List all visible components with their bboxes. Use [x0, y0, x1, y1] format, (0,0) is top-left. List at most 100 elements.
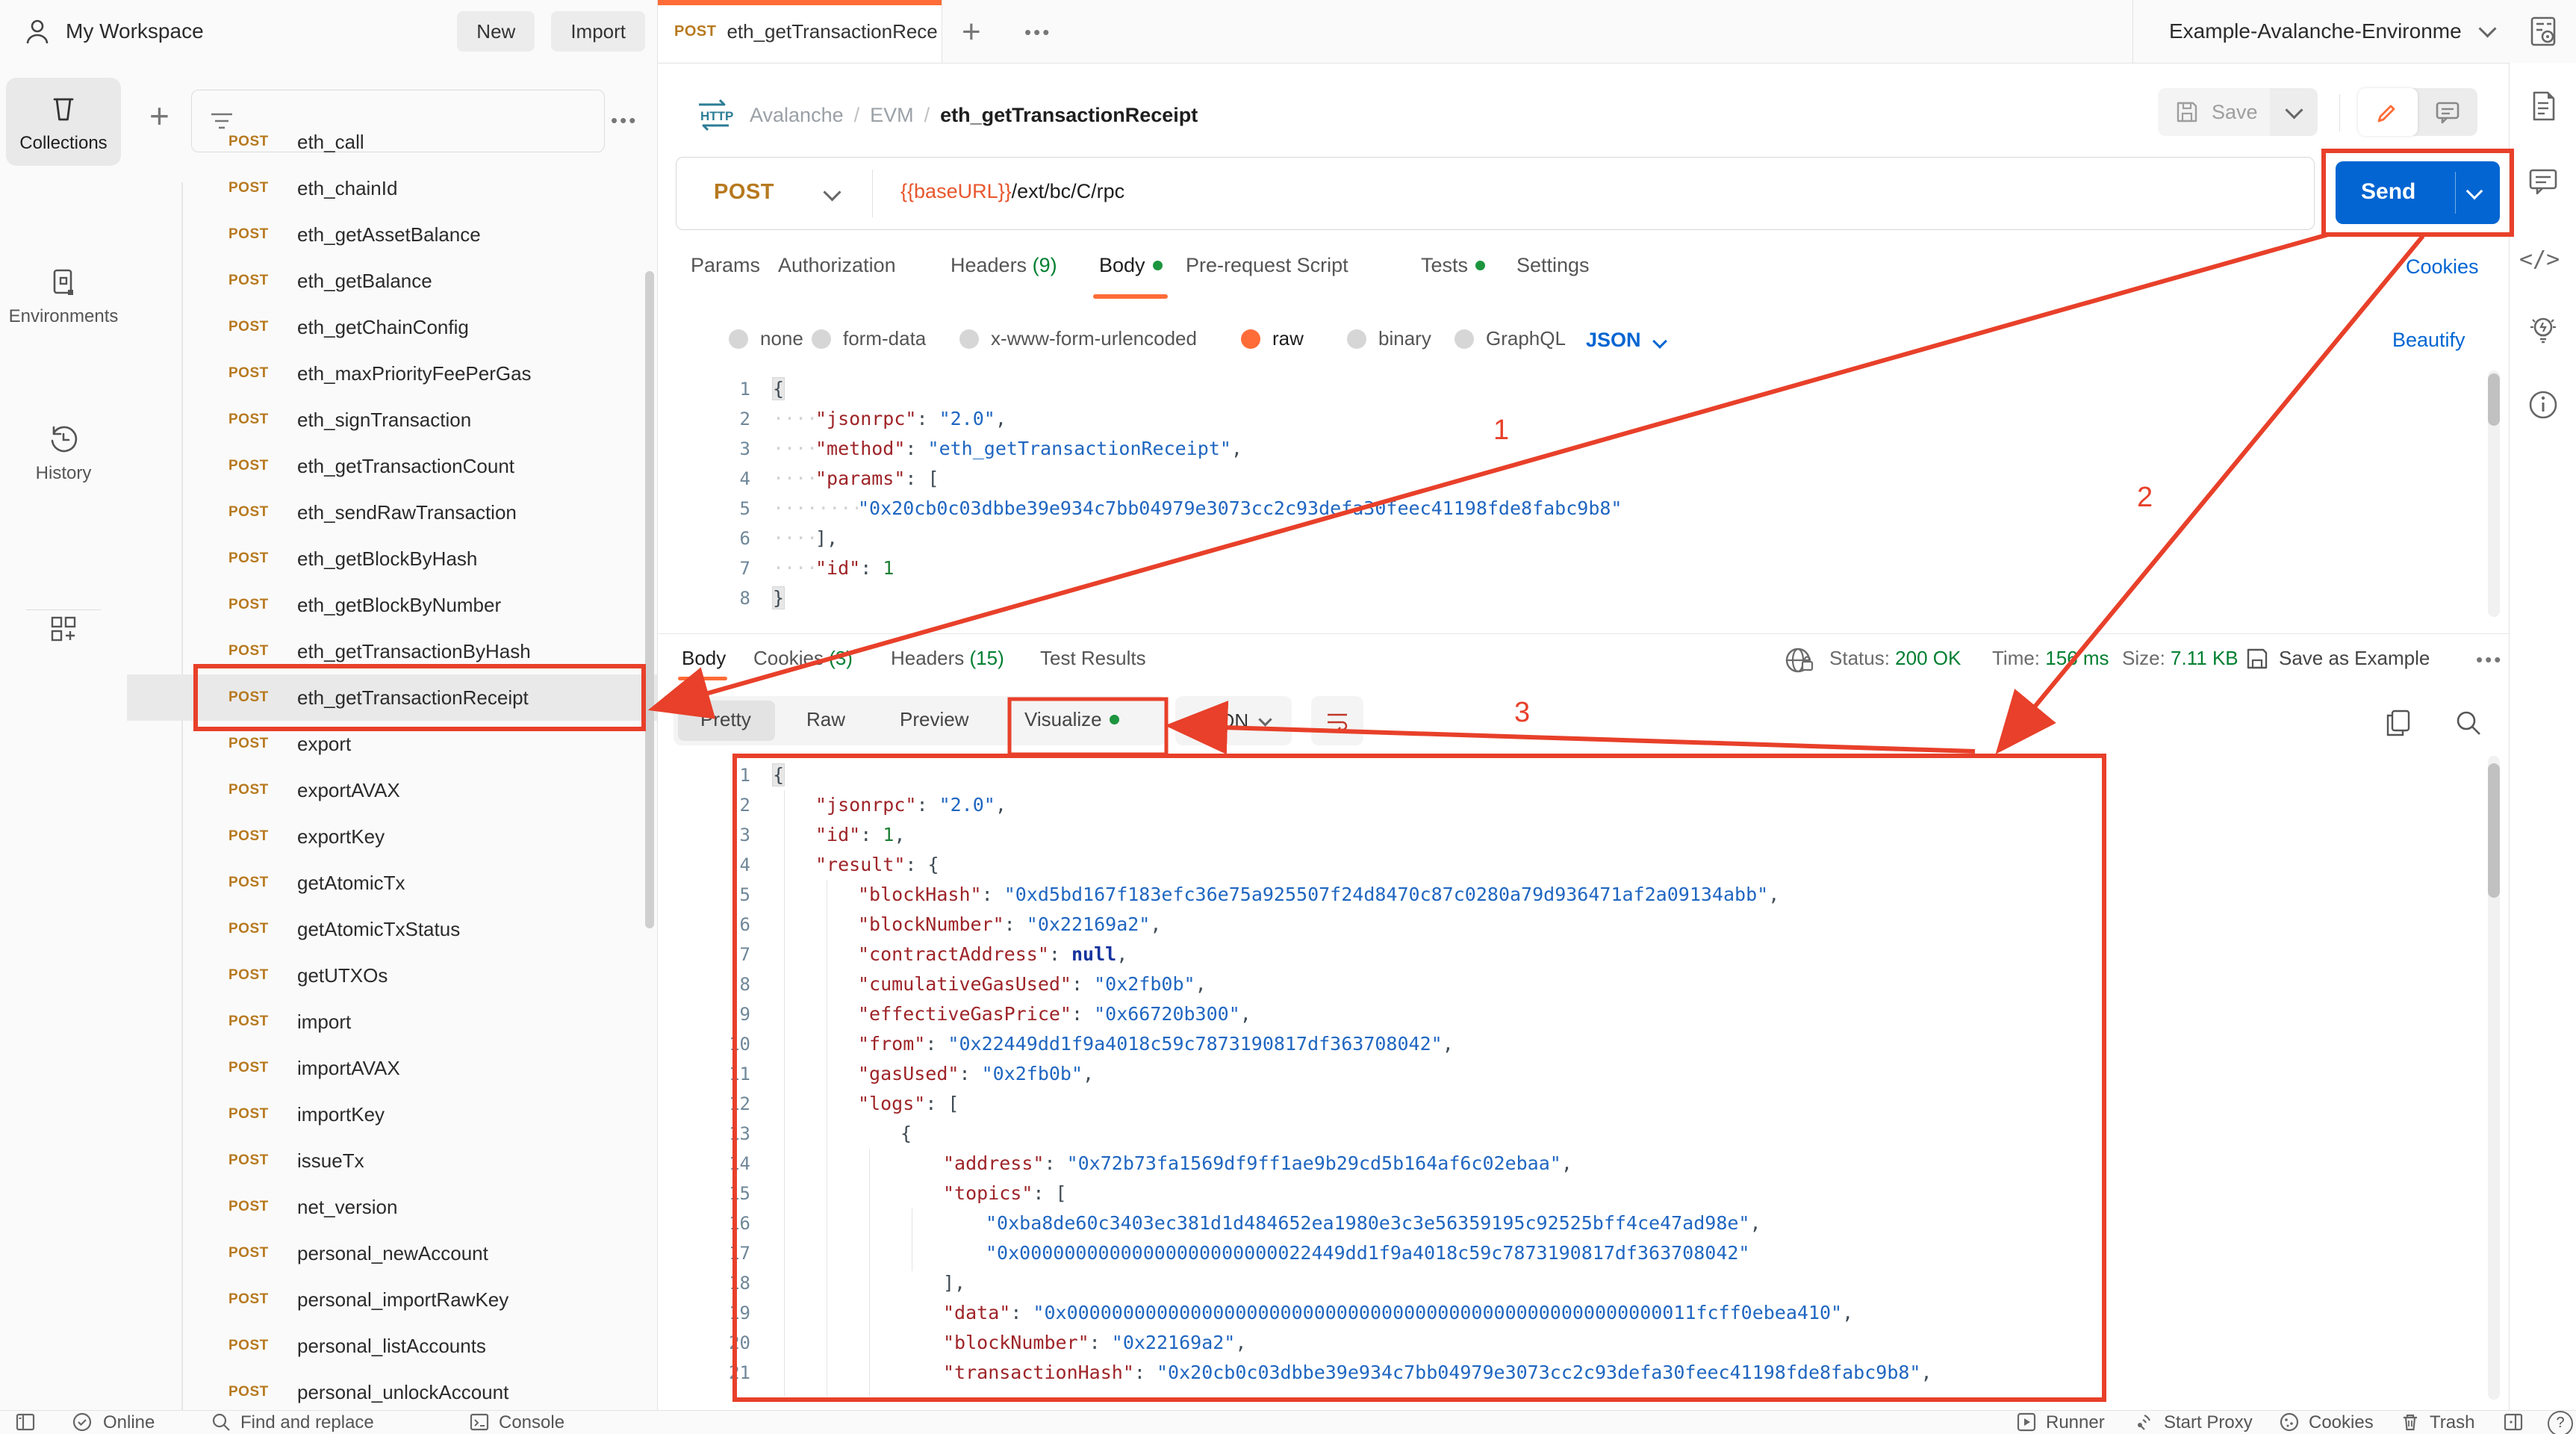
- copy-icon[interactable]: [2383, 708, 2413, 738]
- sidebar-item[interactable]: POST eth_sendRawTransaction: [127, 489, 657, 536]
- edit-mode-button[interactable]: [2358, 88, 2418, 136]
- sidebar-item[interactable]: POST personal_listAccounts: [127, 1323, 657, 1369]
- view-tab-preview[interactable]: Preview: [900, 708, 968, 731]
- sidebar-item[interactable]: POST personal_importRawKey: [127, 1276, 657, 1323]
- method-selector[interactable]: POST: [714, 180, 774, 205]
- online-status[interactable]: Online: [103, 1412, 155, 1433]
- context-rail: </>: [2509, 63, 2576, 1410]
- environment-selector[interactable]: Example-Avalanche-Environme: [2132, 0, 2576, 63]
- sidebar-scrollbar[interactable]: [645, 271, 654, 928]
- find-replace-button[interactable]: Find and replace: [240, 1412, 374, 1433]
- sidebar-item-environments[interactable]: Environments: [6, 251, 121, 339]
- sidebar-item-more-tools[interactable]: [6, 598, 121, 657]
- sidebar-item[interactable]: POST eth_getBlockByHash: [127, 536, 657, 582]
- new-button[interactable]: New: [457, 11, 535, 52]
- sidebar-item[interactable]: POST export: [127, 721, 657, 767]
- search-icon[interactable]: [2454, 708, 2483, 738]
- request-tab-settings[interactable]: Settings: [1516, 254, 1590, 277]
- sidebar-item[interactable]: POST eth_getAssetBalance: [127, 211, 657, 258]
- response-tab-cookies[interactable]: Cookies (3): [753, 647, 853, 670]
- sidebar-item[interactable]: POST import: [127, 999, 657, 1045]
- comments-icon[interactable]: [2527, 164, 2560, 197]
- comment-mode-button[interactable]: [2418, 88, 2477, 136]
- trash-button[interactable]: Trash: [2430, 1412, 2474, 1433]
- sidebar-item[interactable]: POST eth_chainId: [127, 165, 657, 211]
- response-body-viewer[interactable]: 1{2 "jsonrpc": "2.0", 3 "id": 1, 4 "result": …: [698, 760, 1932, 1388]
- new-tab-button[interactable]: +: [962, 13, 981, 51]
- sidebar-item[interactable]: POST exportAVAX: [127, 767, 657, 813]
- request-tab-body[interactable]: Body: [1099, 254, 1163, 277]
- view-tab-raw[interactable]: Raw: [806, 708, 845, 731]
- workspace-title[interactable]: My Workspace: [66, 19, 204, 43]
- body-language-selector[interactable]: JSON: [1586, 329, 1667, 352]
- request-tab-pre-request-script[interactable]: Pre-request Script: [1186, 254, 1348, 277]
- sidebar-item[interactable]: POST personal_unlockAccount: [127, 1369, 657, 1410]
- sidebar-item[interactable]: POST getAtomicTx: [127, 860, 657, 906]
- method-chevron-icon[interactable]: [823, 183, 841, 202]
- sidebar-item[interactable]: POST getUTXOs: [127, 952, 657, 999]
- response-language-selector[interactable]: JSON: [1175, 696, 1292, 745]
- cookies-link[interactable]: Cookies: [2406, 255, 2479, 279]
- beautify-link[interactable]: Beautify: [2392, 329, 2465, 352]
- console-button[interactable]: Console: [499, 1412, 564, 1433]
- sidebar-item[interactable]: POST eth_getBlockByNumber: [127, 582, 657, 628]
- tab-options-button[interactable]: •••: [1024, 21, 1051, 44]
- sidebar-item[interactable]: POST eth_getTransactionCount: [127, 443, 657, 489]
- sidebar-item[interactable]: POST eth_maxPriorityFeePerGas: [127, 350, 657, 397]
- sidebar-item[interactable]: POST eth_call: [127, 119, 657, 165]
- request-tab-authorization[interactable]: Authorization: [778, 254, 896, 277]
- save-button[interactable]: Save: [2158, 88, 2274, 136]
- sidebar-item-collections[interactable]: Collections: [6, 78, 121, 166]
- info-icon[interactable]: [2527, 388, 2560, 421]
- response-tab-body[interactable]: Body: [682, 647, 726, 670]
- cookies-button[interactable]: Cookies: [2309, 1412, 2374, 1433]
- code-snippet-icon[interactable]: </>: [2519, 246, 2560, 273]
- sidebar-item[interactable]: POST importAVAX: [127, 1045, 657, 1091]
- view-tab-visualize[interactable]: Visualize: [1024, 708, 1119, 731]
- sidebar-item[interactable]: POST eth_signTransaction: [127, 397, 657, 443]
- url-input[interactable]: {{baseURL}}/ext/bc/C/rpc: [900, 180, 1124, 203]
- body-mode-form-data[interactable]: form-data: [812, 327, 926, 350]
- help-button[interactable]: ?: [2548, 1411, 2573, 1434]
- body-mode-none[interactable]: none: [729, 327, 803, 350]
- sidebar-item[interactable]: POST eth_getBalance: [127, 258, 657, 304]
- request-tab[interactable]: POST eth_getTransactionRece: [658, 0, 942, 63]
- save-as-example-button[interactable]: Save as Example: [2279, 647, 2430, 670]
- request-tab-headers[interactable]: Headers (9): [951, 254, 1057, 277]
- response-options-button[interactable]: •••: [2476, 648, 2503, 671]
- wrap-lines-button[interactable]: [1311, 696, 1363, 745]
- breadcrumb-collection[interactable]: Avalanche: [750, 104, 844, 127]
- request-tab-tests[interactable]: Tests: [1421, 254, 1486, 277]
- body-mode-GraphQL[interactable]: GraphQL: [1455, 327, 1566, 350]
- request-body-editor[interactable]: 1{2 ····"jsonrpc": "2.0", 3 ····"method": "…: [698, 374, 1623, 613]
- runner-button[interactable]: Runner: [2046, 1412, 2105, 1433]
- sidebar-item-history[interactable]: History: [6, 408, 121, 496]
- request-tab-params[interactable]: Params: [691, 254, 760, 277]
- body-mode-raw[interactable]: raw: [1241, 327, 1304, 350]
- sidebar-item[interactable]: POST eth_getTransactionReceipt: [127, 674, 657, 721]
- sidebar-item[interactable]: POST personal_newAccount: [127, 1230, 657, 1276]
- toggle-right-panel-icon[interactable]: [2503, 1412, 2524, 1433]
- sidebar-item[interactable]: POST exportKey: [127, 813, 657, 860]
- breadcrumb-folder[interactable]: EVM: [870, 104, 914, 127]
- view-tab-pretty[interactable]: Pretty: [700, 708, 751, 731]
- response-tab-headers[interactable]: Headers (15): [891, 647, 1004, 670]
- lightbulb-icon[interactable]: [2527, 314, 2560, 347]
- sidebar-item[interactable]: POST getAtomicTxStatus: [127, 906, 657, 952]
- response-tab-test-results[interactable]: Test Results: [1040, 647, 1146, 670]
- documentation-icon[interactable]: [2527, 90, 2560, 122]
- send-options-chevron-icon[interactable]: [2465, 182, 2483, 200]
- start-proxy-button[interactable]: Start Proxy: [2164, 1412, 2253, 1433]
- sidebar-item[interactable]: POST importKey: [127, 1091, 657, 1137]
- toggle-sidebar-icon[interactable]: [15, 1412, 36, 1433]
- sidebar-item[interactable]: POST eth_getTransactionByHash: [127, 628, 657, 674]
- environment-quick-look-icon[interactable]: [2527, 15, 2560, 48]
- sidebar-item[interactable]: POST net_version: [127, 1184, 657, 1230]
- sidebar-item[interactable]: POST eth_getChainConfig: [127, 304, 657, 350]
- send-button[interactable]: Send: [2336, 161, 2500, 224]
- save-options-button[interactable]: [2270, 88, 2318, 136]
- body-mode-binary[interactable]: binary: [1347, 327, 1431, 350]
- body-mode-x-www-form-urlencoded[interactable]: x-www-form-urlencoded: [959, 327, 1197, 350]
- sidebar-item[interactable]: POST issueTx: [127, 1137, 657, 1184]
- import-button[interactable]: Import: [551, 11, 645, 52]
